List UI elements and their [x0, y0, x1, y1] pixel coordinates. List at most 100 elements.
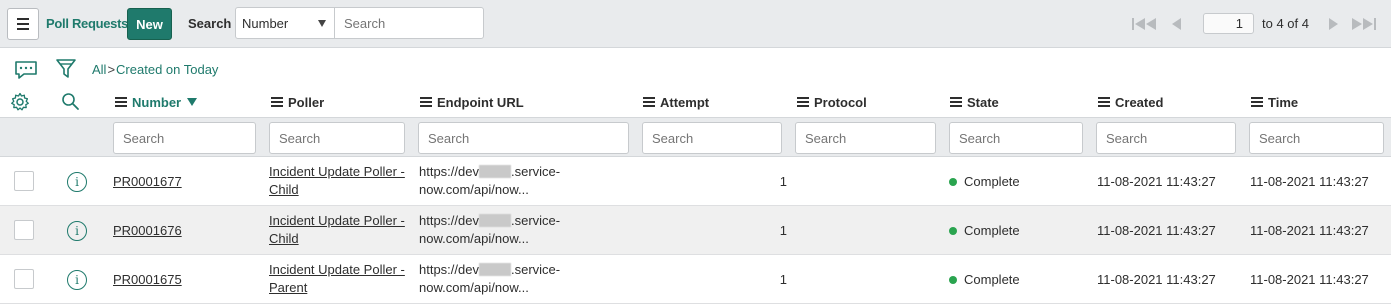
- page-number-input[interactable]: 1: [1203, 13, 1254, 34]
- poller-line[interactable]: Child: [269, 230, 409, 248]
- column-header-time[interactable]: Time: [1251, 92, 1298, 112]
- column-header-protocol[interactable]: Protocol: [797, 92, 867, 112]
- column-header-created[interactable]: Created: [1098, 92, 1163, 112]
- new-button[interactable]: New: [127, 8, 172, 40]
- attempt-cell: 1: [779, 223, 787, 238]
- column-label[interactable]: Poller: [288, 95, 324, 110]
- column-search-attempt[interactable]: [642, 122, 782, 154]
- column-search-state[interactable]: [949, 122, 1083, 154]
- left-arrow-icon[interactable]: [1170, 13, 1184, 35]
- column-label[interactable]: Attempt: [660, 95, 709, 110]
- state-label: Complete: [964, 272, 1020, 287]
- column-menu-icon[interactable]: [115, 97, 127, 107]
- column-label[interactable]: Time: [1268, 95, 1298, 110]
- url-prefix: https://dev: [419, 213, 479, 228]
- search-field-select[interactable]: Number: [235, 7, 335, 39]
- column-menu-icon[interactable]: [1251, 97, 1263, 107]
- column-label[interactable]: State: [967, 95, 999, 110]
- url-line: now.com/api/now...: [419, 231, 529, 246]
- table-row[interactable]: i PR0001675 Incident Update Poller - Par…: [0, 255, 1391, 304]
- column-label[interactable]: Created: [1115, 95, 1163, 110]
- column-header-state[interactable]: State: [950, 92, 999, 112]
- url-suffix: .service-: [510, 213, 561, 228]
- poller-link[interactable]: Incident Update Poller - Parent: [269, 261, 409, 297]
- status-dot-icon: [949, 178, 957, 186]
- column-header-number[interactable]: Number: [115, 92, 198, 112]
- status-dot-icon: [949, 276, 957, 284]
- created-cell: 11-08-2021 11:43:27: [1097, 223, 1216, 238]
- breadcrumb-condition[interactable]: Created on Today: [116, 62, 218, 77]
- attempt-cell: 1: [779, 272, 787, 287]
- column-menu-icon[interactable]: [950, 97, 962, 107]
- right-arrow-icon[interactable]: [1326, 13, 1340, 35]
- state-label: Complete: [964, 174, 1020, 189]
- url-prefix: https://dev: [419, 262, 479, 277]
- poller-line[interactable]: Incident Update Poller -: [269, 212, 409, 230]
- breadcrumb-all[interactable]: All: [92, 62, 106, 77]
- row-checkbox[interactable]: [14, 269, 34, 289]
- column-search-time[interactable]: [1249, 122, 1384, 154]
- column-header-attempt[interactable]: Attempt: [643, 92, 709, 112]
- chevron-down-icon: [318, 20, 326, 27]
- url-line: now.com/api/now...: [419, 182, 529, 197]
- endpoint-url-cell: https://dev .service- now.com/api/now...: [419, 261, 619, 297]
- magnifier-icon[interactable]: [61, 92, 80, 111]
- poller-line[interactable]: Child: [269, 181, 409, 199]
- time-cell: 11-08-2021 11:43:27: [1250, 174, 1369, 189]
- search-field-value: Number: [242, 16, 289, 31]
- poller-line[interactable]: Incident Update Poller -: [269, 261, 409, 279]
- column-label[interactable]: Number: [132, 95, 181, 110]
- search-label: Search: [188, 16, 232, 31]
- created-cell: 11-08-2021 11:43:27: [1097, 174, 1216, 189]
- row-checkbox[interactable]: [14, 171, 34, 191]
- poller-link[interactable]: Incident Update Poller - Child: [269, 212, 409, 248]
- column-label[interactable]: Endpoint URL: [437, 95, 524, 110]
- sort-descending-icon: [187, 98, 198, 106]
- column-menu-icon[interactable]: [797, 97, 809, 107]
- column-search-number[interactable]: [113, 122, 256, 154]
- column-search-endpoint-url[interactable]: [418, 122, 629, 154]
- column-menu-icon[interactable]: [1098, 97, 1110, 107]
- column-header-endpoint-url[interactable]: Endpoint URL: [420, 92, 524, 112]
- speech-bubble-icon[interactable]: [14, 60, 38, 80]
- funnel-filter-icon[interactable]: [55, 58, 77, 80]
- column-label[interactable]: Protocol: [814, 95, 867, 110]
- table-row[interactable]: i PR0001676 Incident Update Poller - Chi…: [0, 206, 1391, 255]
- info-circle-icon[interactable]: i: [67, 221, 87, 241]
- poller-line[interactable]: Incident Update Poller -: [269, 163, 409, 181]
- page-count: to 4 of 4: [1262, 16, 1309, 31]
- header-search-input[interactable]: [334, 7, 484, 39]
- poller-line[interactable]: Parent: [269, 279, 409, 297]
- endpoint-url-cell: https://dev .service- now.com/api/now...: [419, 163, 619, 199]
- list-header: Poll Requests New Search Number 1 to 4 o…: [0, 0, 1391, 48]
- table-row[interactable]: i PR0001677 Incident Update Poller - Chi…: [0, 157, 1391, 206]
- column-search-row: [0, 117, 1391, 157]
- record-number-link[interactable]: PR0001676: [113, 222, 182, 240]
- column-search-created[interactable]: [1096, 122, 1236, 154]
- time-cell: 11-08-2021 11:43:27: [1250, 223, 1369, 238]
- time-cell: 11-08-2021 11:43:27: [1250, 272, 1369, 287]
- hamburger-menu-icon[interactable]: [7, 8, 39, 40]
- created-cell: 11-08-2021 11:43:27: [1097, 272, 1216, 287]
- info-circle-icon[interactable]: i: [67, 270, 87, 290]
- column-menu-icon[interactable]: [643, 97, 655, 107]
- column-search-protocol[interactable]: [795, 122, 936, 154]
- row-checkbox[interactable]: [14, 220, 34, 240]
- column-menu-icon[interactable]: [420, 97, 432, 107]
- info-circle-icon[interactable]: i: [67, 172, 87, 192]
- column-menu-icon[interactable]: [271, 97, 283, 107]
- record-number-link[interactable]: PR0001677: [113, 173, 182, 191]
- gear-icon[interactable]: [10, 92, 30, 112]
- record-number-link[interactable]: PR0001675: [113, 271, 182, 289]
- state-cell: Complete: [949, 222, 1020, 240]
- redacted-blur: [478, 214, 511, 227]
- state-cell: Complete: [949, 271, 1020, 289]
- column-header-poller[interactable]: Poller: [271, 92, 324, 112]
- status-dot-icon: [949, 227, 957, 235]
- list-title[interactable]: Poll Requests: [46, 16, 128, 31]
- breadcrumb-separator: >: [107, 62, 116, 77]
- double-left-arrow-icon[interactable]: [1132, 13, 1158, 35]
- double-right-arrow-icon[interactable]: [1350, 13, 1376, 35]
- column-search-poller[interactable]: [269, 122, 405, 154]
- poller-link[interactable]: Incident Update Poller - Child: [269, 163, 409, 199]
